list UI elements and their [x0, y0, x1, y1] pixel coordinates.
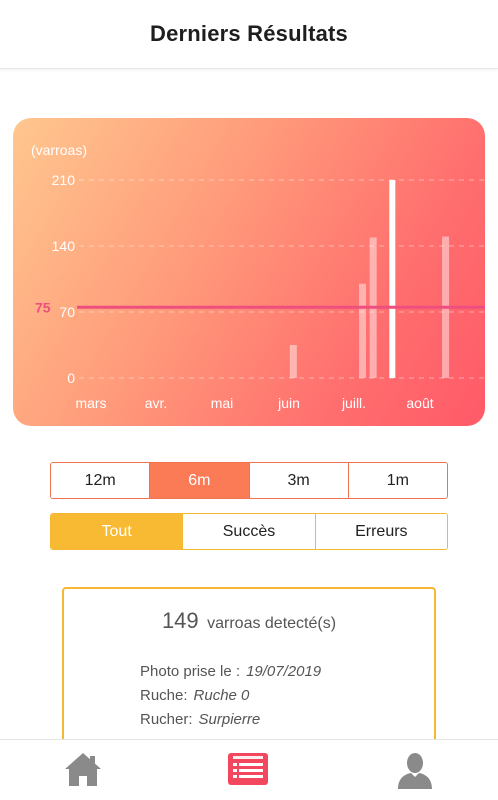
apiary-label: Rucher:: [140, 711, 193, 728]
chart-bar-0: [289, 345, 297, 378]
bottom-nav: [0, 739, 498, 800]
period-6m-option[interactable]: 6m: [149, 463, 249, 498]
x-tick-label: mai: [211, 395, 234, 411]
y-tick-label: 70: [59, 304, 75, 320]
app-header: Derniers Résultats: [0, 0, 498, 69]
y-tick-label: 0: [67, 370, 75, 386]
hive-value: Ruche 0: [193, 687, 250, 704]
hive-label: Ruche:: [140, 687, 188, 704]
apiary-value: Surpierre: [198, 711, 261, 728]
filter-all-option[interactable]: Tout: [51, 514, 183, 549]
threshold-label: 75: [35, 299, 51, 315]
varroa-count-line: 149 varroas detecté(s): [64, 608, 434, 634]
varroa-count-label: varroas detecté(s): [207, 615, 337, 632]
y-tick-label: 210: [52, 172, 76, 188]
y-axis-label: (varroas): [31, 142, 87, 158]
chart-bar-1: [359, 283, 367, 378]
apiary-row: Rucher: Surpierre: [140, 711, 260, 728]
user-icon[interactable]: [395, 750, 435, 790]
filter-errors-option[interactable]: Erreurs: [314, 514, 447, 549]
y-tick-label: 140: [52, 238, 76, 254]
varroa-count: 149: [161, 608, 199, 633]
chart-svg[interactable]: (varroas) 210 140 70 0 75 mars avr. mai juin juill…: [13, 118, 485, 426]
period-selector: 12m 6m 3m 1m: [50, 462, 448, 499]
varroa-chart[interactable]: (varroas) 210 140 70 0 75 mars avr. mai juin juill…: [13, 118, 485, 426]
period-1m-option[interactable]: 1m: [347, 463, 447, 498]
home-icon[interactable]: [63, 750, 103, 790]
x-tick-label: avr.: [145, 395, 168, 411]
period-12m-option[interactable]: 12m: [51, 463, 150, 498]
photo-date-value: 19/07/2019: [246, 663, 322, 680]
hive-row: Ruche: Ruche 0: [140, 687, 249, 704]
page-title: Derniers Résultats: [149, 21, 348, 46]
result-card[interactable]: 149 varroas detecté(s) Photo prise le : 1…: [62, 587, 436, 757]
x-tick-label: juill.: [341, 395, 366, 411]
photo-date-row: Photo prise le : 19/07/2019: [140, 663, 321, 680]
period-3m-option[interactable]: 3m: [248, 463, 348, 498]
x-tick-label: juin: [277, 395, 300, 411]
filter-success-option[interactable]: Succès: [182, 514, 315, 549]
chart-bar-3: [389, 180, 396, 378]
list-icon[interactable]: [228, 750, 268, 790]
x-tick-label: août: [406, 395, 433, 411]
photo-date-label: Photo prise le :: [140, 663, 241, 680]
result-filter: Tout Succès Erreurs: [50, 513, 448, 550]
x-tick-label: mars: [75, 395, 106, 411]
